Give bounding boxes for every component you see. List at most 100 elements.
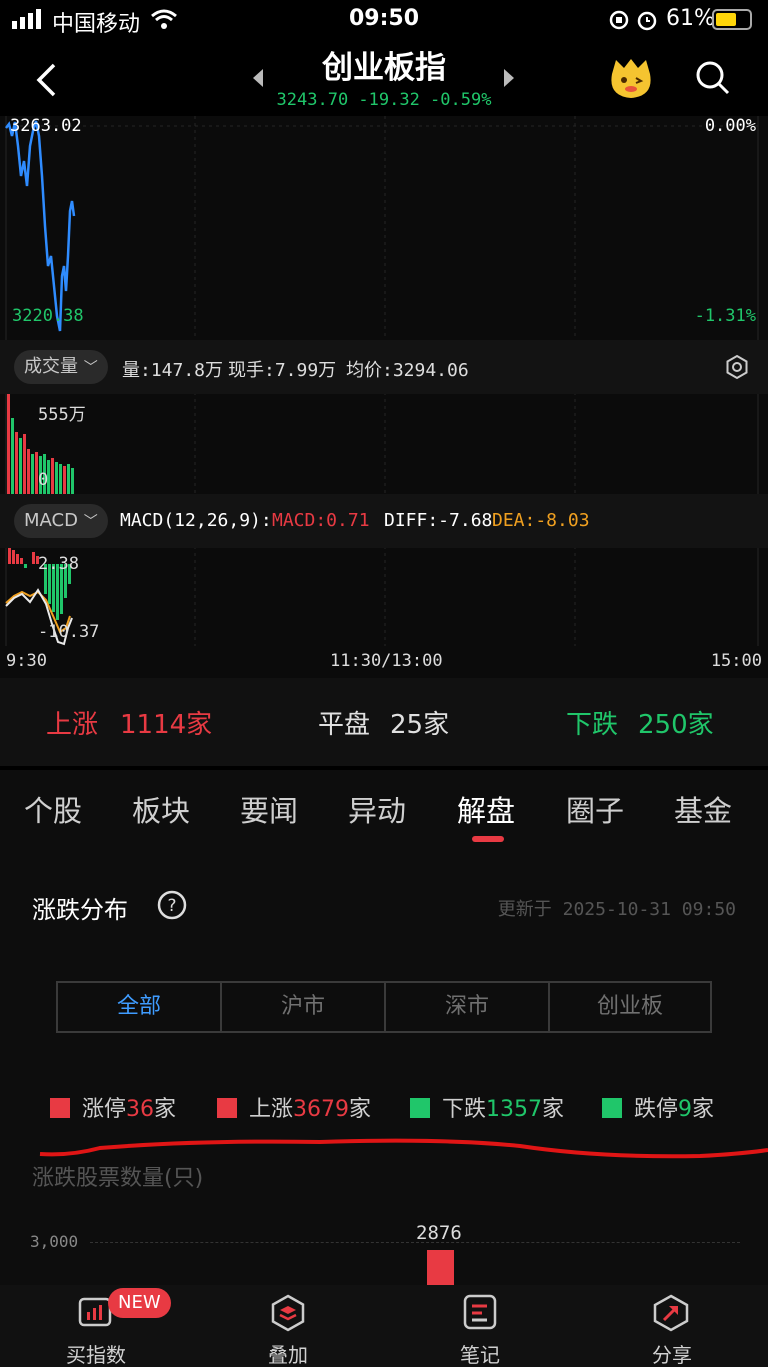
volume-selector-label: 成交量 — [24, 356, 78, 377]
legend-label: 跌停 — [634, 1097, 679, 1122]
time-axis-end: 15:00 — [710, 651, 762, 671]
breadth-up-value: 1114家 — [120, 710, 213, 740]
current-hand-value: 现手:7.99万 — [228, 360, 337, 381]
volume-selector[interactable]: 成交量 ﹀ — [14, 350, 108, 384]
chart-gridline — [90, 1242, 740, 1243]
bar-value-label: 2876 — [416, 1222, 462, 1244]
legend-swatch — [50, 1098, 70, 1118]
legend-swatch — [217, 1098, 237, 1118]
nav-label: 叠加 — [268, 1343, 308, 1367]
tab-news[interactable]: 要闻 — [240, 788, 298, 830]
tab-sectors[interactable]: 板块 — [132, 788, 190, 830]
legend-down: 下跌1357家 — [410, 1091, 564, 1123]
time-axis-start: 9:30 — [6, 651, 47, 671]
content-tabs: 个股 板块 要闻 异动 解盘 圈子 基金 — [0, 770, 768, 860]
breadth-up-label: 上涨 — [46, 710, 99, 740]
macd-params: MACD(12,26,9): — [120, 510, 272, 531]
legend-limit-down: 跌停9家 — [602, 1091, 714, 1123]
legend-label: 下跌 — [442, 1097, 487, 1122]
volume-value: 量:147.8万 — [122, 360, 224, 381]
time-axis-mid: 11:30/13:00 — [330, 651, 443, 671]
nav-label: 分享 — [652, 1343, 692, 1367]
dea-value: DEA:-8.03 — [492, 510, 590, 531]
breadth-down-label: 下跌 — [566, 710, 619, 740]
tab-funds[interactable]: 基金 — [674, 788, 732, 830]
active-tab-indicator — [472, 836, 504, 842]
price-low-label: 3220.38 — [12, 306, 84, 326]
price-high-label: 3263.02 — [10, 116, 82, 136]
updated-time: 更新于 2025-10-31 09:50 — [497, 899, 736, 920]
chevron-down-icon: ﹀ — [83, 514, 98, 530]
segment-shenzhen[interactable]: 深市 — [384, 981, 550, 1033]
nav-overlay[interactable]: 叠加 — [192, 1285, 384, 1367]
legend-unit: 家 — [542, 1097, 565, 1122]
share-icon — [653, 1294, 689, 1332]
legend-swatch — [602, 1098, 622, 1118]
nav-buy-index[interactable]: NEW 买指数 — [0, 1285, 192, 1367]
alarm-icon — [637, 11, 657, 31]
settings-icon[interactable] — [724, 354, 750, 380]
volume-y-max: 555万 — [38, 405, 86, 425]
battery-icon — [712, 9, 752, 30]
macd-indicator-bar: MACD ﹀ MACD(12,26,9): MACD:0.71 DIFF:-7.… — [0, 494, 768, 548]
rotation-lock-icon — [609, 10, 629, 30]
breadth-down-value: 250家 — [638, 710, 714, 740]
intraday-chart[interactable]: 3263.02 3220.38 0.00% -1.31% 成交量 ﹀ 量:147… — [0, 116, 768, 678]
nav-notes[interactable]: 笔记 — [384, 1285, 576, 1367]
segment-shanghai[interactable]: 沪市 — [220, 981, 386, 1033]
help-icon[interactable]: ? — [156, 889, 188, 921]
mascot-icon[interactable] — [606, 56, 656, 102]
breadth-flat-label: 平盘 — [318, 710, 371, 740]
legend-value: 36 — [126, 1097, 155, 1122]
segment-all[interactable]: 全部 — [56, 981, 222, 1033]
tab-movers[interactable]: 异动 — [348, 788, 406, 830]
macd-selector[interactable]: MACD ﹀ — [14, 504, 108, 538]
market-breadth: 上涨 1114家 平盘 25家 下跌 250家 — [0, 678, 768, 766]
legend-label: 涨停 — [82, 1097, 127, 1122]
legend-value: 3679 — [293, 1097, 350, 1122]
tab-stocks[interactable]: 个股 — [24, 788, 82, 830]
legend-unit: 家 — [692, 1097, 715, 1122]
chevron-down-icon: ﹀ — [83, 360, 98, 376]
chart-y-label: 涨跌股票数量(只) — [32, 1166, 204, 1191]
battery-percent: 61% — [666, 6, 715, 31]
macd-y-min: -10.37 — [38, 622, 100, 642]
macd-selector-label: MACD — [24, 510, 78, 531]
segment-chinext[interactable]: 创业板 — [548, 981, 712, 1033]
diff-value: DIFF:-7.68 — [384, 510, 493, 531]
nav-share[interactable]: 分享 — [576, 1285, 768, 1367]
search-icon[interactable] — [695, 60, 731, 96]
legend-label: 上涨 — [249, 1097, 294, 1122]
nav-label: 买指数 — [66, 1343, 126, 1367]
legend-unit: 家 — [154, 1097, 177, 1122]
note-icon — [463, 1294, 497, 1330]
nav-label: 笔记 — [460, 1343, 500, 1367]
chart-y-tick: 3,000 — [30, 1232, 79, 1251]
avg-price-value: 均价:3294.06 — [346, 360, 469, 381]
macd-value: MACD:0.71 — [272, 510, 370, 531]
legend-limit-up: 涨停36家 — [50, 1091, 176, 1123]
price-line — [5, 120, 76, 332]
status-bar: 中国移动 09:50 61% — [0, 0, 768, 40]
legend-swatch — [410, 1098, 430, 1118]
next-index-icon[interactable] — [502, 68, 516, 88]
layers-icon — [271, 1294, 305, 1332]
breadth-flat-value: 25家 — [390, 710, 450, 740]
pct-low-label: -1.31% — [694, 306, 756, 326]
header: 创业板指 3243.70 -19.32 -0.59% — [0, 40, 768, 116]
legend-value: 1357 — [486, 1097, 543, 1122]
pct-high-label: 0.00% — [704, 116, 756, 136]
distribution-bar — [427, 1250, 454, 1285]
volume-y-min: 0 — [38, 470, 49, 490]
distribution-title: 涨跌分布 — [32, 896, 128, 924]
tab-analysis[interactable]: 解盘 — [457, 788, 515, 830]
legend-unit: 家 — [349, 1097, 372, 1122]
new-badge: NEW — [108, 1288, 171, 1318]
macd-y-max: 2.38 — [38, 554, 79, 574]
legend-value: 9 — [678, 1097, 693, 1122]
tab-community[interactable]: 圈子 — [566, 788, 624, 830]
bottom-nav: NEW 买指数 叠加 笔记 分享 — [0, 1285, 768, 1367]
legend-up: 上涨3679家 — [217, 1091, 371, 1123]
volume-indicator-bar: 成交量 ﹀ 量:147.8万 现手:7.99万 均价:3294.06 — [0, 340, 768, 394]
svg-text:?: ? — [167, 896, 176, 916]
